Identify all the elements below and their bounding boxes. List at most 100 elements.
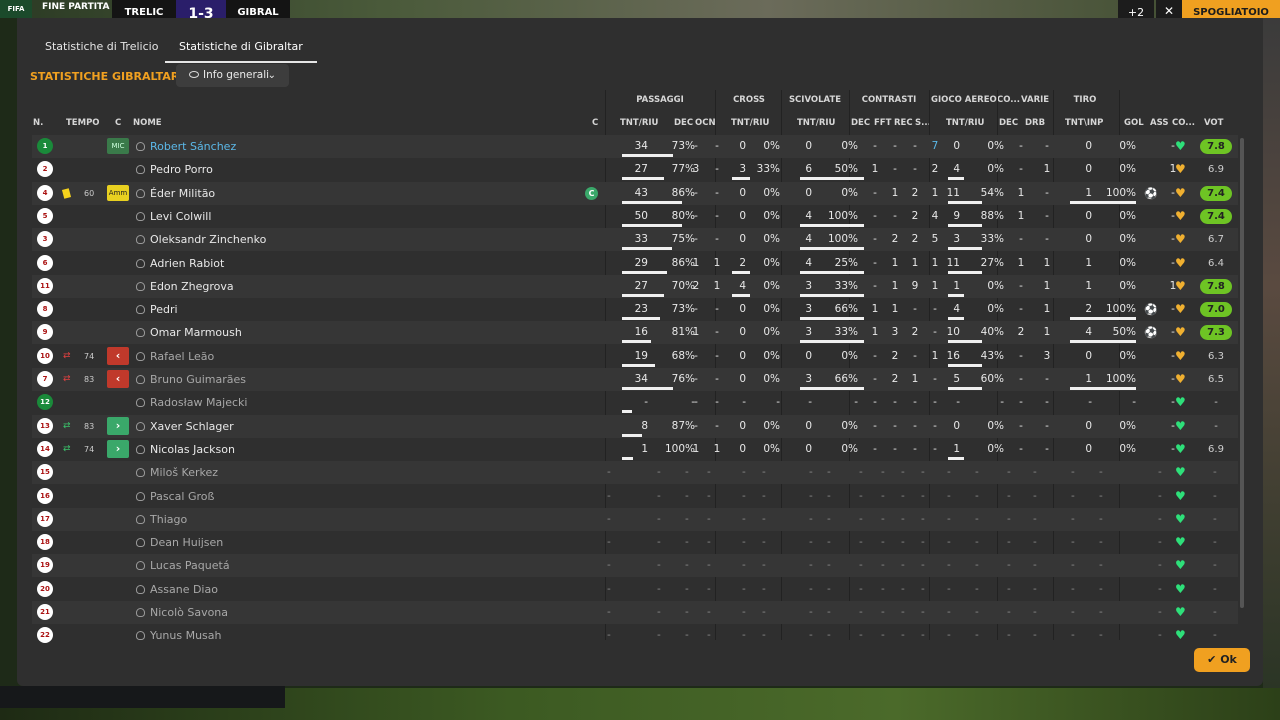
empty-stat: - (762, 512, 766, 525)
empty-stat: - (975, 559, 979, 572)
passes-chances: - (715, 349, 719, 362)
player-name[interactable]: Levi Colwill (150, 205, 211, 228)
table-row[interactable]: 7 ⇄ 83 ‹ Bruno Guimarães 34 76% - -0 0% 3 66% -2 1-5 6… (32, 368, 1238, 391)
player-name[interactable]: Nicolò Savona (150, 601, 228, 624)
player-name[interactable]: Adrien Rabiot (150, 252, 224, 275)
group-header-tiro: TIRO (1073, 95, 1097, 105)
player-name[interactable]: Dean Huijsen (150, 531, 223, 554)
player-name[interactable]: Pascal Groß (150, 485, 214, 508)
table-row[interactable]: 17 Thiago - - - - - - - - - - - - - - - - - - - - ♥ (32, 507, 1238, 531)
player-name[interactable]: Pedro Porro (150, 158, 213, 181)
shots-accuracy: - (1132, 396, 1136, 409)
table-row[interactable]: 19 Lucas Paquetá - - - - - - - - - - - - - - - - - - - - ♥ (32, 554, 1238, 578)
player-name[interactable]: Yunus Musah (150, 624, 222, 647)
empty-stat: - (1071, 559, 1075, 572)
empty-stat: - (1099, 512, 1103, 525)
table-row[interactable]: 6 Adrien Rabiot 29 86% 1 1 2 0% 4 25% -1 1 1 11 27% 1 1 1… (32, 252, 1238, 275)
passes-bar (622, 270, 667, 274)
cross-bar (732, 293, 750, 297)
player-name[interactable]: Assane Diao (150, 578, 218, 601)
player-name[interactable]: Pedri (150, 298, 178, 321)
info-filter-dropdown[interactable]: Info generali ⌄ (176, 64, 289, 87)
empty-stat: - (707, 466, 711, 479)
empty-stat: - (859, 466, 863, 479)
empty-stat: - (901, 629, 905, 642)
table-row[interactable]: 8 Pedri 23 73% - -0 0% 3 66% 1 1- -4 0% -1 2 100% ⚽ - ♥ 7.0 (32, 298, 1238, 321)
player-name[interactable]: Miloš Kerkez (150, 461, 218, 484)
shirt-number: 19 (37, 557, 53, 574)
table-row[interactable]: 1 MIC Robert Sánchez 34 73% - -0 0% 0 0% - - -7 0 0% - -… (32, 135, 1238, 158)
table-row[interactable]: 14 ⇄ 74 › Nicolas Jackson 1 100% 1 1 0 0% 0 0% - - - -1 0… (32, 438, 1238, 461)
table-scrollbar[interactable] (1240, 138, 1244, 608)
table-row[interactable]: 20 Assane Diao - - - - - - - - - - - - - - - - - - - - ♥ (32, 578, 1238, 601)
passes-key: - (694, 233, 698, 246)
table-row[interactable]: 3 Oleksandr Zinchenko 33 75% - -0 0% 4 100% -2 2 5 3… (32, 228, 1238, 252)
table-row[interactable]: 5 Levi Colwill 50 80% - -0 0% 4 100% - -2 4 9 88% 1-0 0… (32, 205, 1238, 228)
empty-stat: - (901, 512, 905, 525)
table-row[interactable]: 18 Dean Huijsen - - - - - - - - - - - - - - - - - - - - ♥ (32, 531, 1238, 554)
empty-stat: - (901, 606, 905, 618)
player-name[interactable]: Oleksandr Zinchenko (150, 228, 266, 251)
close-icon[interactable]: ✕ (1156, 0, 1182, 18)
passes-bar (622, 247, 672, 251)
substitution-in-icon[interactable]: › (107, 416, 129, 435)
cross-accuracy: 0% (763, 303, 780, 316)
player-name[interactable]: Éder Militão (150, 182, 215, 205)
empty-stat: - (1099, 536, 1103, 549)
table-row[interactable]: 10 ⇄ 74 ‹ Rafael Leão 19 68% - -0 0% 0 0% -2-1 16 43% -… (32, 345, 1238, 368)
tab-trelicio-stats[interactable]: Statistiche di Trelicio (31, 36, 172, 63)
player-rating: 7.8 (1200, 139, 1232, 154)
empty-stat: - (1007, 559, 1011, 572)
player-name[interactable]: Bruno Guimarães (150, 368, 246, 391)
ok-button[interactable]: ✔ Ok (1194, 648, 1250, 672)
player-name[interactable]: Robert Sánchez (150, 135, 236, 158)
dressing-room-button[interactable]: SPOGLIATOIO (1182, 0, 1280, 18)
table-row[interactable]: 9 Omar Marmoush 16 81% 1-0 0% 3 33% 1 3 2-10 40% 2 1 4… (32, 321, 1238, 345)
substitution-out-icon[interactable]: ‹ (107, 346, 129, 365)
event-minute: 74 (84, 351, 95, 361)
contrasts-dec: - (873, 233, 877, 246)
player-name[interactable]: Edon Zhegrova (150, 275, 234, 298)
table-row[interactable]: 4 60 Amm Éder Militão C 43 86% - -0 0% 0 0% -1 2 1 11 54… (32, 181, 1238, 205)
contrasts-fft: - (893, 396, 897, 409)
passes-chances: 1 (713, 279, 721, 292)
empty-stat: - (657, 629, 661, 642)
player-name[interactable]: Omar Marmoush (150, 321, 242, 344)
tab-gibraltar-stats[interactable]: Statistiche di Gibraltar (165, 36, 317, 63)
player-name[interactable]: Xaver Schlager (150, 415, 234, 438)
player-rating: - (1214, 420, 1218, 432)
person-icon (136, 421, 145, 431)
passes-chances: 1 (713, 442, 721, 455)
substitution-in-icon[interactable]: › (107, 439, 129, 458)
player-name[interactable]: Rafael Leão (150, 345, 214, 368)
event-minute: 74 (84, 444, 95, 454)
player-name[interactable]: Lucas Paquetá (150, 554, 230, 577)
cross-accuracy: 0% (763, 373, 780, 385)
topbar-extra-button[interactable]: +2 (1118, 0, 1154, 18)
dribbles: - (1045, 396, 1049, 409)
table-row[interactable]: 2 Pedro Porro 27 77% 3-3 33% 6 50% 1- -2 4 0% -1 0 0% 1… (32, 158, 1238, 181)
heart-icon: ♥ (1175, 325, 1186, 340)
passes-key: - (694, 396, 698, 409)
player-name[interactable]: Radosław Majecki (150, 391, 247, 414)
table-row[interactable]: 13 ⇄ 83 › Xaver Schlager 8 87% - -0 0% 0 0% - - - -0 0% -… (32, 414, 1238, 438)
co-dec: - (1019, 349, 1023, 362)
table-row[interactable]: 22 Yunus Musah - - - - - - - - - - - - - - - - - - - - ♥ (32, 624, 1238, 647)
cross-bar (732, 177, 750, 181)
player-name[interactable]: Nicolas Jackson (150, 438, 235, 461)
empty-stat: - (881, 629, 885, 642)
shots-accuracy: 0% (1119, 419, 1136, 432)
substitution-out-icon[interactable]: ‹ (107, 370, 129, 388)
table-row[interactable]: 11 Edon Zhegrova 27 70% 2 1 4 0% 3 33% -1 9 1 1 0% -1 1 0… (32, 274, 1238, 298)
person-icon (136, 514, 145, 524)
table-row[interactable]: 12 Radosław Majecki - - - - - - - - - - - - - - - - - - - ♥ - (32, 391, 1238, 414)
empty-stat: - (707, 512, 711, 525)
table-row[interactable]: 16 Pascal Groß - - - - - - - - - - - - - - - - - - - - ♥ (32, 485, 1238, 508)
passes-chances: 1 (713, 256, 721, 269)
aerial-attempted: 0 (953, 140, 960, 152)
table-row[interactable]: 21 Nicolò Savona - - - - - - - - - - - - - - - - - - - - ♥ (32, 601, 1238, 624)
player-name[interactable]: Thiago (150, 508, 187, 531)
table-row[interactable]: 15 Miloš Kerkez - - - - - - - - - - - - - - - - - - - - ♥ (32, 461, 1238, 485)
empty-stat: - (975, 536, 979, 549)
empty-stat: - (742, 536, 746, 549)
